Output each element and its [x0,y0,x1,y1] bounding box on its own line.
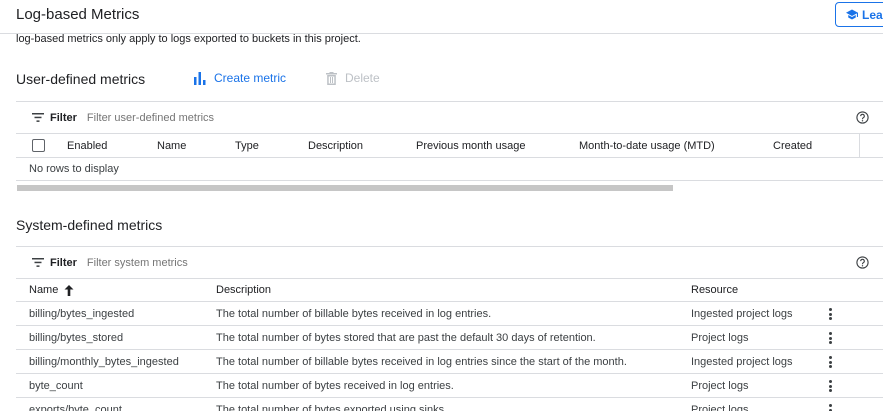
column-header-created[interactable]: Created [773,140,812,152]
table-row[interactable]: billing/bytes_stored The total number of … [16,326,883,350]
delete-label: Delete [345,71,380,85]
column-header-description[interactable]: Description [308,140,363,152]
help-circle-icon[interactable] [856,111,869,124]
metric-resource: Project logs [691,404,749,411]
column-header-description[interactable]: Description [216,284,271,296]
learn-button[interactable]: Lea [835,2,883,27]
metric-name[interactable]: byte_count [29,380,83,392]
user-filter-bar: Filter [16,101,883,134]
metric-resource: Ingested project logs [691,308,793,320]
more-vert-icon[interactable] [826,331,834,345]
column-header-mtd-usage[interactable]: Month-to-date usage (MTD) [579,140,715,152]
more-vert-icon[interactable] [826,355,834,369]
trash-icon [326,71,337,85]
user-metrics-table-header: Enabled Name Type Description Previous m… [16,134,883,158]
metric-description: The total number of bytes stored that ar… [216,332,596,344]
metric-description: The total number of billable bytes recei… [216,308,492,320]
metric-name[interactable]: billing/monthly_bytes_ingested [29,356,179,368]
metric-name[interactable]: exports/byte_count [29,404,122,411]
create-metric-label: Create metric [214,71,287,85]
learn-button-label: Lea [862,7,883,22]
empty-table-row: No rows to display [16,158,883,181]
column-header-resource[interactable]: Resource [691,284,738,296]
page-title: Log-based Metrics [16,6,140,23]
horizontal-scrollbar[interactable] [17,185,673,191]
table-row[interactable]: byte_count The total number of bytes rece… [16,374,883,398]
school-cap-icon [846,9,858,20]
metric-resource: Ingested project logs [691,356,793,368]
system-filter-bar: Filter [16,246,883,279]
metric-name[interactable]: billing/bytes_stored [29,332,123,344]
create-metric-button[interactable]: Create metric [194,71,286,85]
delete-button[interactable]: Delete [326,71,380,85]
column-header-name[interactable]: Name [157,140,186,152]
filter-label: Filter [50,111,77,124]
more-vert-icon[interactable] [826,403,834,411]
column-header-previous-month-usage[interactable]: Previous month usage [416,140,525,152]
info-text: log-based metrics only apply to logs exp… [16,33,361,45]
bar-chart-icon [194,71,206,85]
filter-label: Filter [50,256,77,269]
metric-resource: Project logs [691,332,749,344]
system-metrics-filter-input[interactable] [86,256,687,269]
metric-description: The total number of bytes exported using… [216,404,448,411]
column-divider [859,134,860,158]
select-all-checkbox[interactable] [32,139,45,152]
page-header: Log-based Metrics Lea [0,0,883,34]
help-circle-icon[interactable] [856,256,869,269]
metric-description: The total number of bytes received in lo… [216,380,454,392]
table-row[interactable]: billing/monthly_bytes_ingested The total … [16,350,883,374]
system-metrics-title: System-defined metrics [16,217,163,233]
metric-resource: Project logs [691,380,749,392]
column-header-name-label: Name [29,284,59,296]
more-vert-icon[interactable] [826,307,834,321]
table-row[interactable]: exports/byte_count The total number of by… [16,398,883,411]
filter-icon[interactable] [32,258,44,267]
column-header-name-sortable[interactable]: Name [29,284,74,296]
user-metrics-filter-input[interactable] [86,111,687,124]
user-metrics-title: User-defined metrics [16,71,146,87]
more-vert-icon[interactable] [826,379,834,393]
metric-name[interactable]: billing/bytes_ingested [29,308,134,320]
table-row[interactable]: billing/bytes_ingested The total number o… [16,302,883,326]
metric-description: The total number of billable bytes recei… [216,356,627,368]
filter-icon[interactable] [32,113,44,122]
empty-table-message: No rows to display [29,163,119,175]
arrow-up-icon [64,284,74,296]
system-metrics-table-header: Name Description Resource [16,279,883,302]
column-header-enabled[interactable]: Enabled [67,140,107,152]
column-header-type[interactable]: Type [235,140,259,152]
